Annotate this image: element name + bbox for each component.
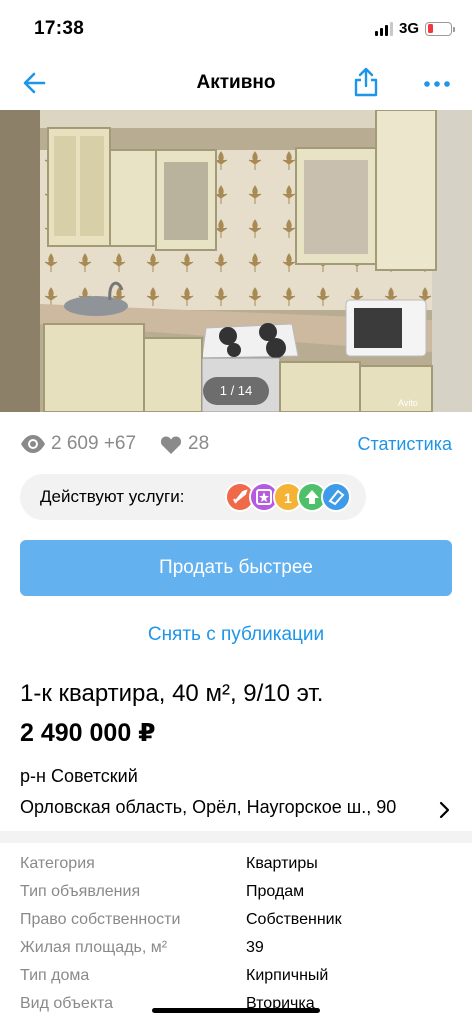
stats-row: 2 609 +67 28 Статистика [20,430,452,460]
photo-counter: 1 / 14 [203,377,269,405]
share-button[interactable] [350,66,382,98]
param-key: Тип дома [20,967,90,984]
param-value: Квартиры [246,855,318,872]
unpublish-button[interactable]: Снять с публикации [0,624,472,646]
listing-photo[interactable]: Avito 1 / 14 [0,110,472,412]
share-icon [354,67,378,97]
views-count: 2 609 +67 [51,433,137,454]
status-bar: 17:38 3G [0,0,472,56]
param-key: Категория [20,855,95,872]
services-label: Действуют услуги: [40,487,185,506]
section-divider [0,831,472,843]
eye-icon [21,435,45,453]
listing-district: р-н Советский [20,766,138,786]
status-time: 17:38 [34,18,85,39]
param-row: Тип дома Кирпичный [20,967,460,993]
param-row: Право собственности Собственник [20,911,460,937]
listing-title: 1-к квартира, 40 м², 9/10 эт. [20,680,324,707]
nav-bar: Активно [0,56,472,110]
network-type: 3G [398,20,419,37]
home-indicator[interactable] [152,1008,320,1013]
param-key: Вид объекта [20,995,114,1012]
kitchen-photo: Avito [0,110,472,412]
param-key: Тип объявления [20,883,141,900]
listing-price: 2 490 000 ₽ [20,719,156,747]
page-title: Активно [196,72,276,93]
signal-icon [374,21,393,36]
status-indicators: 3G [374,20,455,37]
tag-icon [321,482,351,512]
photo-watermark: Avito [398,398,418,408]
param-value: Собственник [246,911,342,928]
param-value: Продам [246,883,305,900]
likes-count: 28 [188,433,210,454]
statistics-link[interactable]: Статистика [357,434,452,455]
active-services[interactable]: Действуют услуги: 1 [20,474,366,520]
battery-icon [425,21,455,36]
param-row: Категория Квартиры [20,855,460,881]
services-icons: 1 [225,482,355,512]
sell-faster-button[interactable]: Продать быстрее [20,540,452,596]
more-dots-icon [424,81,450,87]
param-value: Кирпичный [246,967,329,984]
param-row: Тип объявления Продам [20,883,460,909]
chevron-right-icon[interactable] [438,801,450,819]
param-row: Жилая площадь, м² 39 [20,939,460,965]
listing-address[interactable]: Орловская область, Орёл, Наугорское ш., … [20,797,396,818]
param-key: Жилая площадь, м² [20,939,168,956]
more-button[interactable] [422,69,452,99]
heart-icon [160,436,182,454]
param-key: Право собственности [20,911,181,928]
svg-text:1: 1 [284,490,292,506]
param-value: 39 [246,939,264,956]
